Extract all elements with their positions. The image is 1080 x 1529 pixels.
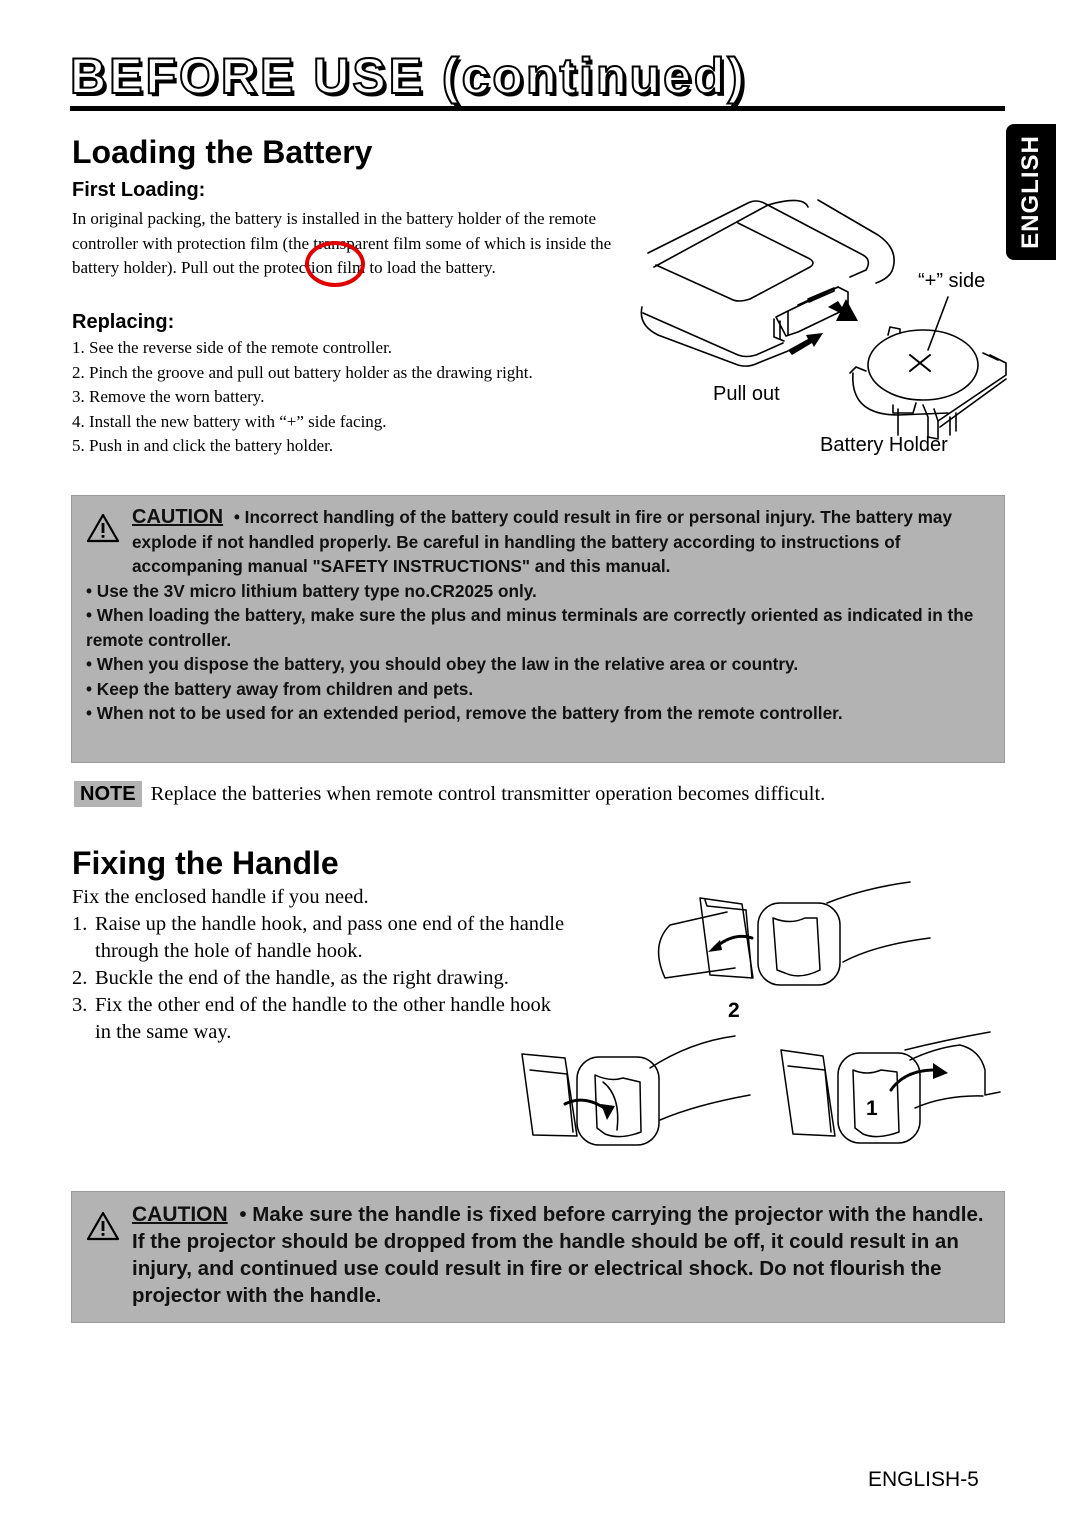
- caution-header: CAUTION • Incorrect handling of the batt…: [86, 505, 994, 579]
- caution-box-handle: CAUTION • Make sure the handle is fixed …: [71, 1191, 1005, 1323]
- handle-intro-text: Fix the enclosed handle if you need.: [72, 886, 369, 908]
- list-item: 3. Fix the other end of the handle to the…: [72, 992, 572, 1046]
- diagram-step-label-1: 1: [866, 1097, 878, 1120]
- list-item: 3. Remove the worn battery.: [72, 387, 265, 406]
- caution-label: CAUTION: [132, 506, 224, 528]
- caution-bullet: • When not to be used for an extended pe…: [86, 703, 843, 723]
- page-title: BEFORE USE (continued): [69, 47, 748, 105]
- curved-arrow-icon: [933, 1063, 948, 1079]
- caution-box-battery: CAUTION • Incorrect handling of the batt…: [71, 495, 1005, 763]
- replacing-steps-list: 1. See the reverse side of the remote co…: [72, 336, 642, 459]
- caution-bullet: • Keep the battery away from children an…: [86, 678, 474, 699]
- caution-bullet: • When loading the battery, make sure th…: [86, 605, 974, 650]
- caution-label: CAUTION: [132, 1203, 228, 1226]
- arrow-out-icon: [828, 299, 858, 321]
- step-number: 1.: [72, 913, 88, 935]
- header-rule: [70, 106, 1005, 111]
- diagram-label-battery-holder: Battery Holder: [820, 434, 948, 456]
- battery-holder-illustration: [849, 326, 1007, 440]
- plus-mark-icon: [909, 354, 931, 372]
- list-item: 2. Pinch the groove and pull out battery…: [72, 362, 533, 382]
- handle-steps-list: 1. Raise up the handle hook, and pass one…: [72, 911, 572, 1046]
- language-tab-label: ENGLISH: [1017, 135, 1044, 249]
- handle-buckle-diagram: [521, 881, 1001, 1146]
- remote-controller-illustration: [640, 199, 895, 367]
- subsection-title-replacing: Replacing:: [72, 311, 175, 333]
- note-row: NOTE Replace the batteries when remote c…: [74, 781, 825, 807]
- leader-line-plus-side: [927, 296, 949, 351]
- step-number: 3.: [72, 994, 88, 1016]
- step-text: Raise up the handle hook, and pass one e…: [95, 913, 565, 962]
- section-title-fixing-handle: Fixing the Handle: [72, 845, 339, 881]
- warning-triangle-icon: [86, 513, 120, 543]
- caution-bullet: • Use the 3V micro lithium battery type …: [86, 580, 537, 601]
- section-title-loading-battery: Loading the Battery: [72, 134, 373, 170]
- step-text: Fix the other end of the handle to the o…: [95, 994, 552, 1043]
- buckle-illustration-step-2: [657, 881, 931, 986]
- diagram-step-label-2: 2: [728, 999, 740, 1022]
- list-item: 5. Push in and click the battery holder.: [72, 436, 334, 455]
- caution-header: CAUTION • Make sure the handle is fixed …: [86, 1201, 994, 1309]
- curved-arrow-icon: [601, 1104, 615, 1120]
- note-text: Replace the batteries when remote contro…: [150, 782, 826, 805]
- caution-bullet: • When you dispose the battery, you shou…: [86, 654, 799, 674]
- caution-text: • Make sure the handle is fixed before c…: [132, 1203, 984, 1307]
- page-number: ENGLISH-5: [868, 1468, 979, 1491]
- diagram-label-plus-side: “+” side: [918, 270, 986, 292]
- warning-triangle-icon: [86, 1211, 120, 1241]
- list-item: 4. Install the new battery with “+” side…: [72, 411, 387, 431]
- highlight-circle-annotation: [305, 241, 365, 287]
- caution-intro-text: • Incorrect handling of the battery coul…: [132, 507, 953, 576]
- curved-arrow-icon: [708, 940, 722, 952]
- language-tab: ENGLISH: [1006, 124, 1056, 260]
- list-item: 1. See the reverse side of the remote co…: [72, 338, 393, 357]
- buckle-illustration-step-3: [521, 1035, 751, 1146]
- list-item: 1. Raise up the handle hook, and pass one…: [72, 911, 572, 965]
- buckle-illustration-step-1: [780, 1031, 1001, 1144]
- note-badge: NOTE: [74, 781, 142, 807]
- subsection-title-first-loading: First Loading:: [72, 179, 206, 201]
- diagram-label-pull-out: Pull out: [713, 383, 780, 405]
- step-text: Buckle the end of the handle, as the rig…: [95, 967, 509, 989]
- step-number: 2.: [72, 967, 88, 989]
- arrow-in-icon: [788, 333, 823, 355]
- list-item: 2. Buckle the end of the handle, as the r…: [72, 965, 572, 992]
- battery-holder-diagram: [640, 199, 1007, 440]
